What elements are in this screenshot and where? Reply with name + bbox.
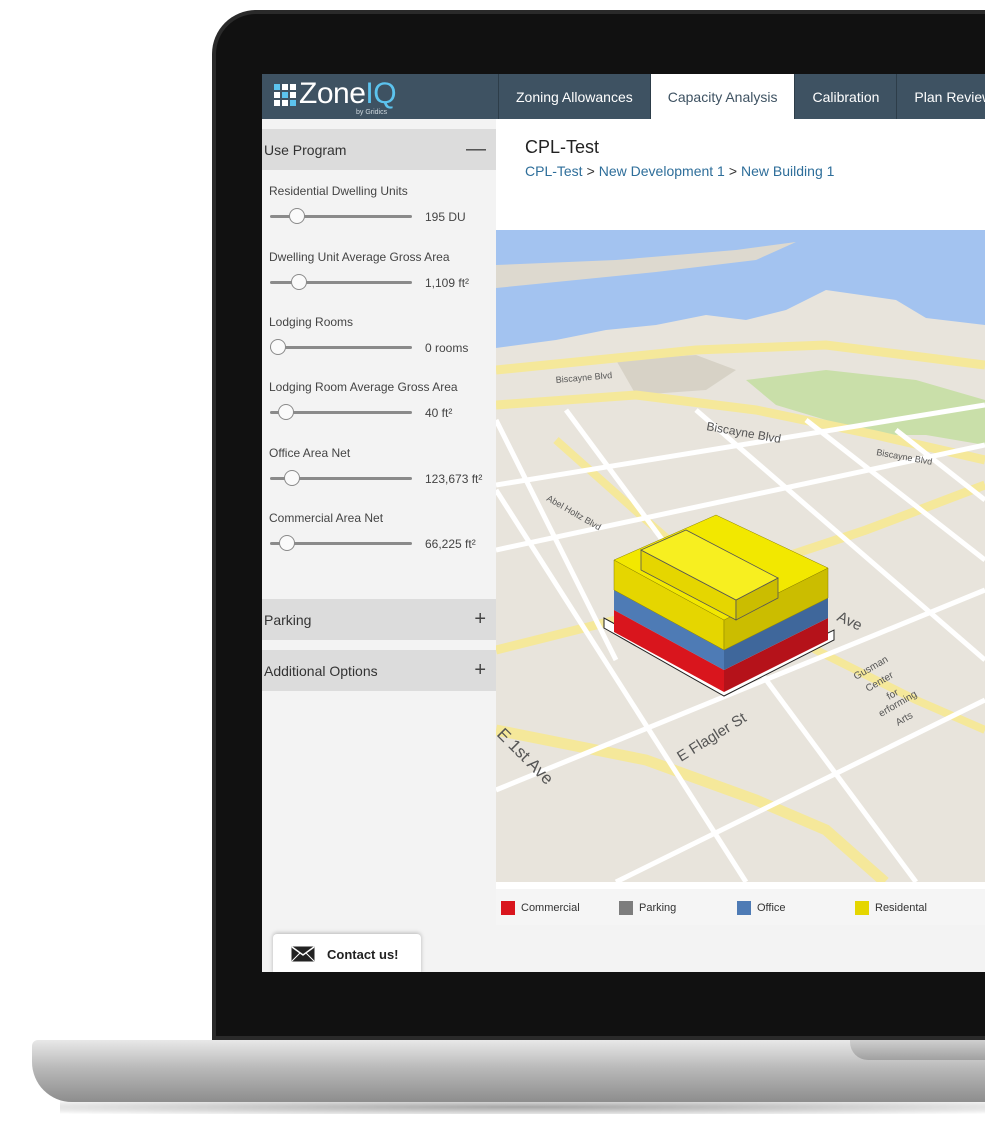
laptop-shadow [60, 1100, 985, 1114]
zoneiq-logo[interactable]: ZoneIQ by Gridics [274, 77, 397, 116]
page-title: CPL-Test [525, 137, 600, 157]
field-label: Lodging Room Average Gross Area [269, 380, 458, 394]
tab-plan-review[interactable]: Plan Review [896, 74, 985, 119]
slider-thumb[interactable] [291, 274, 308, 290]
laptop-frame: ZoneIQ by Gridics Zoning Allowances Capa… [0, 0, 985, 1130]
logo-subtitle: by Gridics [356, 109, 388, 116]
tab-calibration[interactable]: Calibration [794, 74, 896, 119]
breadcrumb-development[interactable]: New Development 1 [599, 163, 725, 179]
logo-text: ZoneIQ [299, 77, 397, 110]
breadcrumb-separator: > [728, 163, 738, 179]
use-program-header[interactable]: Use Program — [262, 129, 496, 170]
slider-thumb[interactable] [278, 535, 295, 551]
legend-swatch [619, 901, 633, 915]
legend-swatch [737, 901, 751, 915]
logo-grid-icon [274, 84, 296, 106]
map-legend: Commercial Parking Office Residental [496, 889, 985, 925]
map-canvas[interactable]: Biscayne Blvd Biscayne Blvd Biscayne Blv… [496, 230, 985, 882]
field-value: 195 DU [425, 210, 466, 224]
legend-parking: Parking [619, 901, 676, 915]
tab-zoning-allowances[interactable]: Zoning Allowances [498, 74, 650, 119]
top-navbar: ZoneIQ by Gridics Zoning Allowances Capa… [262, 74, 985, 119]
legend-label: Residental [875, 902, 927, 914]
breadcrumb-building[interactable]: New Building 1 [741, 163, 834, 179]
slider-thumb[interactable] [283, 470, 300, 486]
nav-tabs: Zoning Allowances Capacity Analysis Cali… [498, 74, 985, 119]
contact-us-button[interactable]: Contact us! [273, 934, 421, 972]
legend-residential: Residental [855, 901, 927, 915]
legend-swatch [855, 901, 869, 915]
field-value: 123,673 ft² [425, 472, 483, 486]
field-value: 66,225 ft² [425, 537, 476, 551]
legend-swatch [501, 901, 515, 915]
contact-us-label: Contact us! [327, 946, 399, 962]
field-label: Residential Dwelling Units [269, 184, 408, 198]
field-value: 0 rooms [425, 341, 469, 355]
legend-office: Office [737, 901, 786, 915]
laptop-notch [850, 1040, 985, 1060]
breadcrumb: CPL-Test > New Development 1 > New Building … [525, 163, 834, 179]
slider-thumb[interactable] [270, 339, 286, 355]
parking-header[interactable]: Parking + [262, 599, 496, 640]
envelope-icon [291, 946, 315, 962]
field-label: Dwelling Unit Average Gross Area [269, 250, 450, 264]
parking-title: Parking [264, 611, 312, 628]
laptop-base [32, 1040, 985, 1102]
field-value: 40 ft² [425, 406, 453, 420]
slider-track[interactable] [270, 346, 412, 349]
field-value: 1,109 ft² [425, 276, 470, 290]
legend-label: Office [757, 902, 786, 914]
main-panel: CPL-Test CPL-Test > New Development 1 > New … [496, 119, 985, 972]
additional-options-title: Additional Options [264, 662, 378, 679]
collapse-icon[interactable]: — [466, 129, 486, 170]
footer-strip [496, 925, 985, 972]
expand-icon[interactable]: + [474, 650, 486, 691]
slider-thumb[interactable] [277, 404, 294, 420]
breadcrumb-separator: > [586, 163, 595, 179]
field-label: Office Area Net [269, 446, 351, 460]
expand-icon[interactable]: + [474, 599, 486, 640]
tab-capacity-analysis[interactable]: Capacity Analysis [649, 74, 795, 119]
legend-commercial: Commercial [501, 901, 580, 915]
field-label: Commercial Area Net [269, 511, 384, 525]
slider-thumb[interactable] [288, 208, 305, 224]
additional-options-header[interactable]: Additional Options + [262, 650, 496, 691]
sidebar: Use Program — Residential Dwelling Units… [262, 119, 496, 972]
screen: ZoneIQ by Gridics Zoning Allowances Capa… [262, 74, 985, 972]
use-program-title: Use Program [264, 141, 347, 158]
breadcrumb-project[interactable]: CPL-Test [525, 163, 583, 179]
field-label: Lodging Rooms [269, 315, 354, 329]
legend-label: Commercial [521, 902, 580, 914]
map-3d-view[interactable]: Biscayne Blvd Biscayne Blvd Biscayne Blv… [496, 230, 985, 882]
legend-label: Parking [639, 902, 677, 914]
